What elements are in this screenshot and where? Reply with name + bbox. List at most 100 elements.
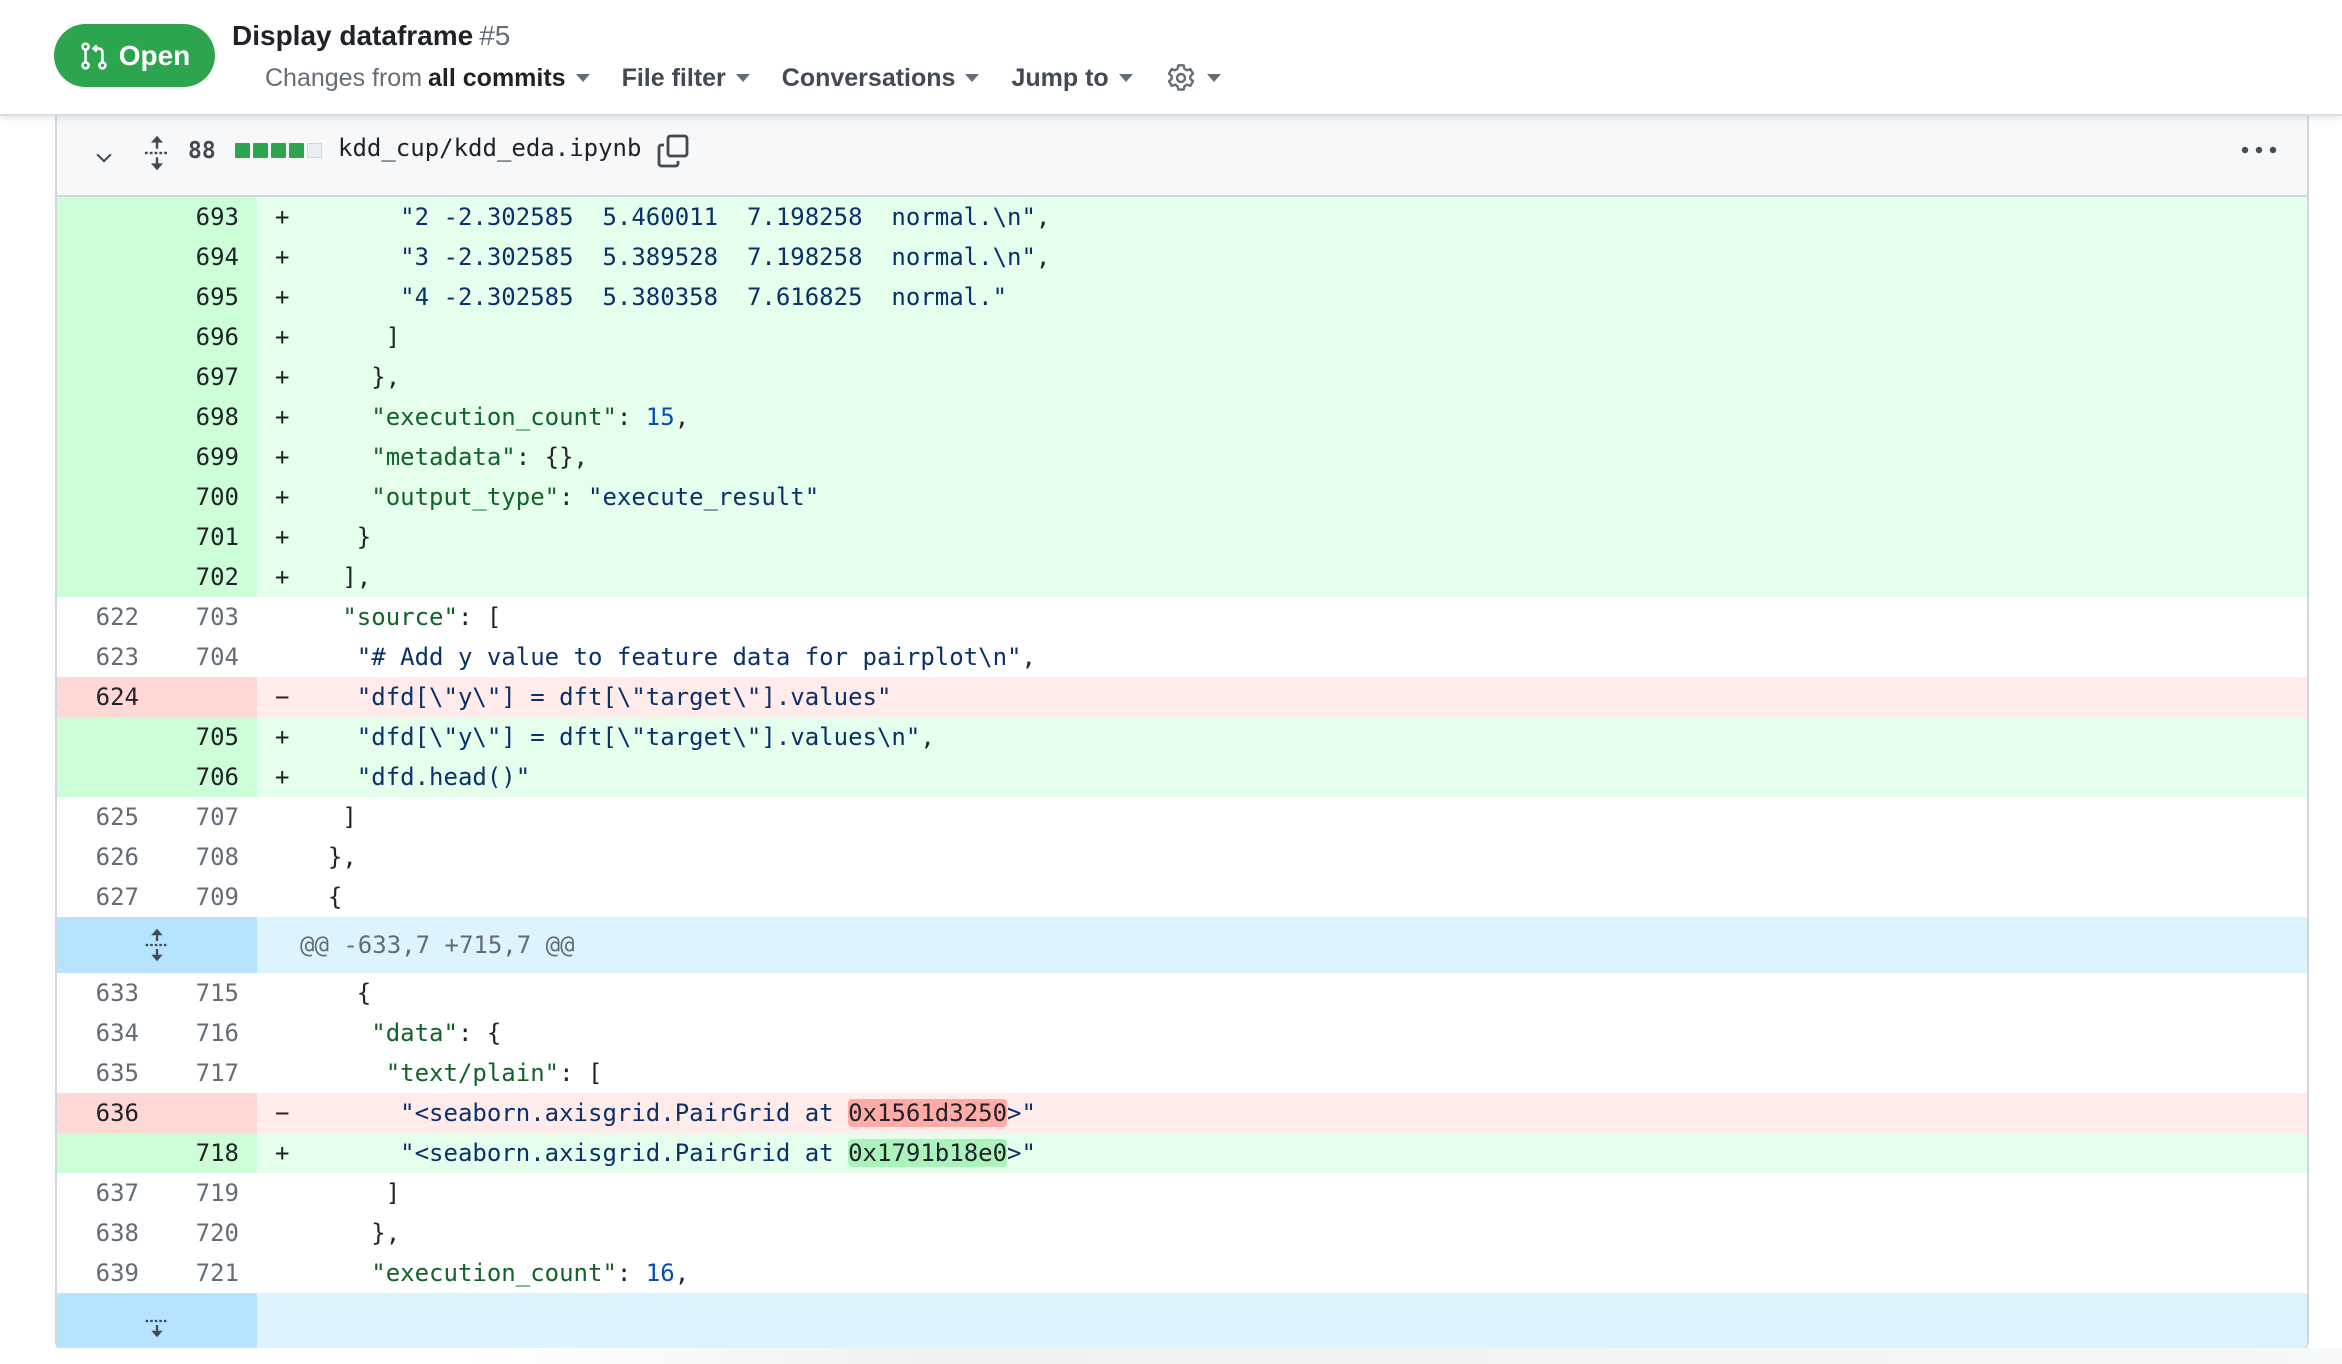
old-line-number[interactable]: 635 [57,1053,157,1093]
diff-line-context: 635 717 "text/plain": [ [57,1053,2307,1093]
old-line-number[interactable] [57,397,157,437]
new-line-number[interactable]: 720 [157,1213,257,1253]
diff-line-added: 694 + "3 -2.302585 5.389528 7.198258 norm… [57,237,2307,277]
old-line-number[interactable]: 625 [57,797,157,837]
diff-line-added: 698 + "execution_count": 15, [57,397,2307,437]
new-line-number[interactable]: 703 [157,597,257,637]
diff-line-added: 705 + "dfd[\"y\"] = dft[\"target\"].value… [57,717,2307,757]
diff-line-context: 634 716 "data": { [57,1013,2307,1053]
chevron-down-icon[interactable] [93,146,115,168]
old-line-number[interactable] [57,557,157,597]
new-line-number[interactable]: 704 [157,637,257,677]
code-line: "source": [ [295,597,2307,637]
json-string: "4 -2.302585 5.380358 7.616825 normal." [400,283,1008,311]
new-line-number[interactable] [157,677,257,717]
old-line-number[interactable]: 624 [57,677,157,717]
old-line-number[interactable]: 634 [57,1013,157,1053]
line-gutter: 626 708 [57,837,257,877]
new-line-number[interactable]: 701 [157,517,257,557]
conversations-dropdown[interactable]: Conversations [782,64,980,93]
new-line-number[interactable]: 705 [157,717,257,757]
context-marker [257,637,295,677]
new-line-number[interactable]: 695 [157,277,257,317]
context-marker [257,973,295,1013]
code-line: }, [295,357,2307,397]
old-line-number[interactable] [57,197,157,237]
changes-from-dropdown[interactable]: Changes from all commits [265,64,590,93]
context-marker [257,1253,295,1293]
addition-marker: + [275,723,290,751]
diff-settings-dropdown[interactable] [1165,62,1221,94]
new-line-number[interactable]: 707 [157,797,257,837]
kebab-horizontal-icon[interactable] [2239,140,2279,160]
new-line-number[interactable]: 696 [157,317,257,357]
new-line-number[interactable]: 706 [157,757,257,797]
old-line-number[interactable]: 627 [57,877,157,917]
diff-line-context: 627 709 { [57,877,2307,917]
addition-marker: + [275,483,290,511]
expand-hunk-button[interactable] [57,917,257,973]
line-gutter: 635 717 [57,1053,257,1093]
json-string: "2 -2.302585 5.460011 7.198258 normal.\n… [400,203,1036,231]
jump-to-dropdown[interactable]: Jump to [1011,64,1133,93]
new-line-number[interactable]: 700 [157,477,257,517]
new-line-number[interactable]: 697 [157,357,257,397]
line-gutter: 705 [57,717,257,757]
old-line-number[interactable] [57,477,157,517]
addition-marker: + [275,443,290,471]
copy-icon[interactable] [657,134,689,168]
old-line-number[interactable]: 636 [57,1093,157,1133]
new-line-number[interactable]: 716 [157,1013,257,1053]
old-line-number[interactable] [57,357,157,397]
json-punctuation: { [356,979,372,1007]
line-gutter: 696 [57,317,257,357]
new-line-number[interactable]: 698 [157,397,257,437]
old-line-number[interactable] [57,317,157,357]
expand-all-icon[interactable] [143,134,171,172]
addition-marker: + [275,1139,290,1167]
old-line-number[interactable] [57,1133,157,1173]
new-line-number[interactable]: 694 [157,237,257,277]
new-line-number[interactable]: 719 [157,1173,257,1213]
old-line-number[interactable] [57,717,157,757]
old-line-number[interactable] [57,237,157,277]
expand-down-button[interactable] [57,1293,257,1348]
file-filter-dropdown[interactable]: File filter [622,64,750,93]
new-line-number[interactable] [157,1093,257,1133]
new-line-number[interactable]: 717 [157,1053,257,1093]
file-path[interactable]: kdd_cup/kdd_eda.ipynb [338,134,641,162]
old-line-number[interactable] [57,757,157,797]
diff-line-context: 638 720 }, [57,1213,2307,1253]
old-line-number[interactable] [57,437,157,477]
new-line-number[interactable]: 699 [157,437,257,477]
code-line: "2 -2.302585 5.460011 7.198258 normal.\n… [295,197,2307,237]
new-line-number[interactable]: 693 [157,197,257,237]
old-line-number[interactable]: 622 [57,597,157,637]
json-key: "source" [342,603,458,631]
json-punctuation: }, [371,1219,401,1247]
new-line-number[interactable]: 708 [157,837,257,877]
new-line-number[interactable]: 715 [157,973,257,1013]
old-line-number[interactable]: 623 [57,637,157,677]
old-line-number[interactable]: 639 [57,1253,157,1293]
old-line-number[interactable]: 626 [57,837,157,877]
changes-from-prefix: Changes from [265,63,423,92]
old-line-number[interactable] [57,517,157,557]
context-marker [257,1053,295,1093]
old-line-number[interactable]: 633 [57,973,157,1013]
new-line-number[interactable]: 709 [157,877,257,917]
new-line-number[interactable]: 718 [157,1133,257,1173]
new-line-number[interactable]: 702 [157,557,257,597]
old-line-number[interactable] [57,277,157,317]
new-line-number[interactable]: 721 [157,1253,257,1293]
old-line-number[interactable]: 637 [57,1173,157,1213]
old-line-number[interactable]: 638 [57,1213,157,1253]
code-line: ], [295,557,2307,597]
